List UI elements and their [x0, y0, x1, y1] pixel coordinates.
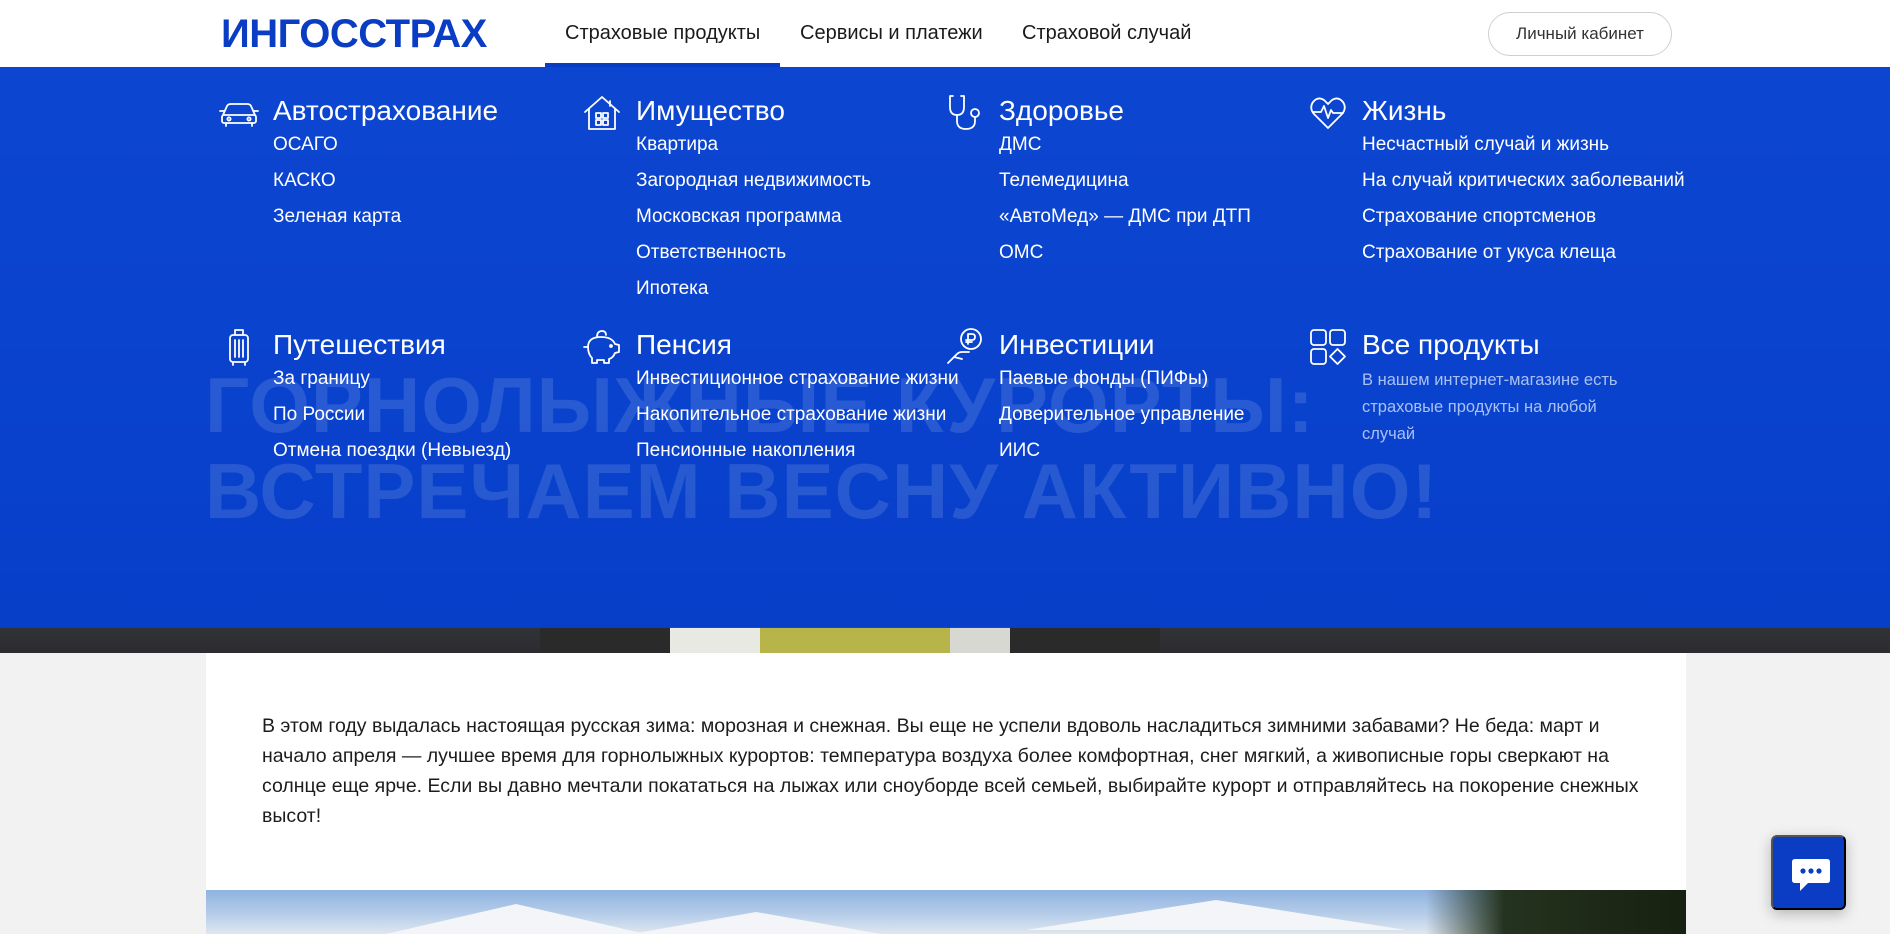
menu-category-title[interactable]: Автострахование [273, 95, 498, 126]
heart-pulse-icon [1308, 93, 1348, 133]
menu-category-title[interactable]: Имущество [636, 95, 785, 126]
article-photo-mountains [206, 890, 1686, 934]
logo[interactable]: ИНГОССТРАХ [221, 12, 487, 56]
menu-link[interactable]: На случай критических заболеваний [1362, 167, 1702, 195]
hero-title-line-2: ВСТРЕЧАЕМ ВЕСНУ АКТИВНО! [205, 447, 1439, 535]
products-mega-menu: Автострахование ОСАГО КАСКО Зеленая карт… [0, 67, 1890, 628]
menu-link[interactable]: Московская программа [636, 203, 976, 231]
menu-link[interactable]: ОСАГО [273, 131, 613, 159]
hero-photo-strip [540, 627, 1160, 653]
menu-link[interactable]: ДМС [999, 131, 1339, 159]
nav-active-indicator [545, 63, 780, 67]
menu-link[interactable]: Ответственность [636, 239, 976, 267]
car-icon [219, 93, 259, 133]
menu-category-auto: Автострахование ОСАГО КАСКО Зеленая карт… [219, 95, 613, 239]
menu-category-property: Имущество Квартира Загородная недвижимос… [584, 95, 976, 311]
menu-link[interactable]: Страхование спортсменов [1362, 203, 1702, 231]
menu-link[interactable]: Квартира [636, 131, 976, 159]
menu-link[interactable]: Зеленая карта [273, 203, 613, 231]
nav-insured-event[interactable]: Страховой случай [1022, 21, 1191, 45]
site-header: ИНГОССТРАХ Страховые продукты Сервисы и … [0, 0, 1890, 67]
menu-category-title[interactable]: Пенсия [636, 329, 732, 360]
stethoscope-icon [945, 93, 985, 133]
menu-link[interactable]: ОМС [999, 239, 1339, 267]
personal-account-button[interactable]: Личный кабинет [1488, 12, 1672, 56]
menu-link[interactable]: «АвтоМед» — ДМС при ДТП [999, 203, 1339, 231]
menu-link[interactable]: Страхование от укуса клеща [1362, 239, 1702, 267]
menu-link[interactable]: КАСКО [273, 167, 613, 195]
menu-link[interactable]: Телемедицина [999, 167, 1339, 195]
menu-category-health: Здоровье ДМС Телемедицина «АвтоМед» — ДМ… [949, 95, 1339, 275]
chat-button[interactable] [1771, 835, 1846, 910]
article-intro-paragraph: В этом году выдалась настоящая русская з… [262, 715, 1639, 827]
menu-category-title[interactable]: Жизнь [1362, 95, 1446, 126]
nav-insurance-products[interactable]: Страховые продукты [565, 21, 760, 45]
menu-link[interactable]: Ипотека [636, 275, 976, 303]
menu-category-title[interactable]: Инвестиции [999, 329, 1155, 360]
menu-category-title[interactable]: Все продукты [1362, 329, 1540, 360]
menu-category-title[interactable]: Путешествия [273, 329, 446, 360]
menu-link[interactable]: Загородная недвижимость [636, 167, 976, 195]
hero-title: ГОРНОЛЫЖНЫЕ КУРОРТЫ: ВСТРЕЧАЕМ ВЕСНУ АКТ… [205, 362, 1438, 534]
menu-category-life: Жизнь Несчастный случай и жизнь На случа… [1310, 95, 1702, 275]
menu-link[interactable]: Несчастный случай и жизнь [1362, 131, 1702, 159]
house-icon [582, 93, 622, 133]
nav-services-payments[interactable]: Сервисы и платежи [800, 21, 983, 45]
hero-title-line-1: ГОРНОЛЫЖНЫЕ КУРОРТЫ: [205, 361, 1315, 449]
menu-category-title[interactable]: Здоровье [999, 95, 1124, 126]
